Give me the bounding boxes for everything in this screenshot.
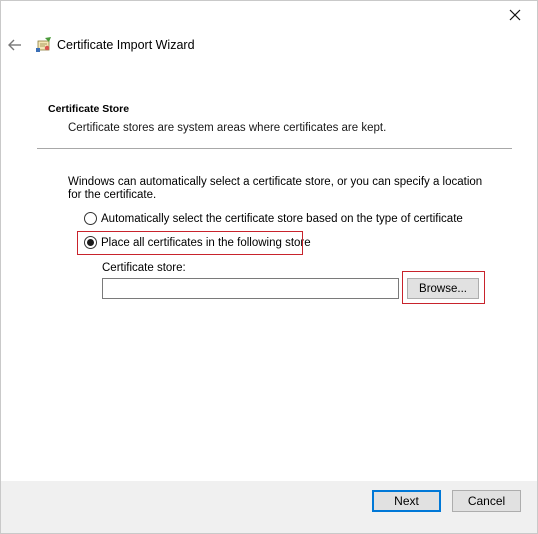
certificate-store-label: Certificate store: bbox=[102, 262, 186, 274]
section-description: Certificate stores are system areas wher… bbox=[68, 122, 387, 134]
browse-button[interactable]: Browse... bbox=[407, 278, 479, 299]
back-button[interactable] bbox=[7, 37, 23, 53]
auto-select-radio[interactable] bbox=[84, 212, 97, 225]
info-text: Windows can automatically select a certi… bbox=[68, 176, 483, 201]
wizard-title: Certificate Import Wizard bbox=[57, 38, 195, 52]
cancel-button[interactable]: Cancel bbox=[452, 490, 521, 512]
certificate-wizard-icon bbox=[35, 36, 53, 54]
auto-select-store-option[interactable]: Automatically select the certificate sto… bbox=[84, 212, 463, 225]
back-arrow-icon bbox=[8, 39, 21, 51]
header-divider bbox=[37, 148, 512, 149]
auto-select-label: Automatically select the certificate sto… bbox=[101, 212, 463, 225]
section-title: Certificate Store bbox=[48, 103, 130, 115]
place-in-store-radio[interactable] bbox=[84, 236, 97, 249]
close-button[interactable] bbox=[507, 7, 523, 23]
place-in-store-option[interactable]: Place all certificates in the following … bbox=[84, 236, 311, 249]
certificate-store-input[interactable] bbox=[102, 278, 399, 299]
close-icon bbox=[509, 9, 521, 21]
certificate-import-wizard-window: Certificate Import Wizard Certificate St… bbox=[0, 0, 538, 534]
place-in-store-label: Place all certificates in the following … bbox=[101, 236, 311, 249]
next-button[interactable]: Next bbox=[372, 490, 441, 512]
